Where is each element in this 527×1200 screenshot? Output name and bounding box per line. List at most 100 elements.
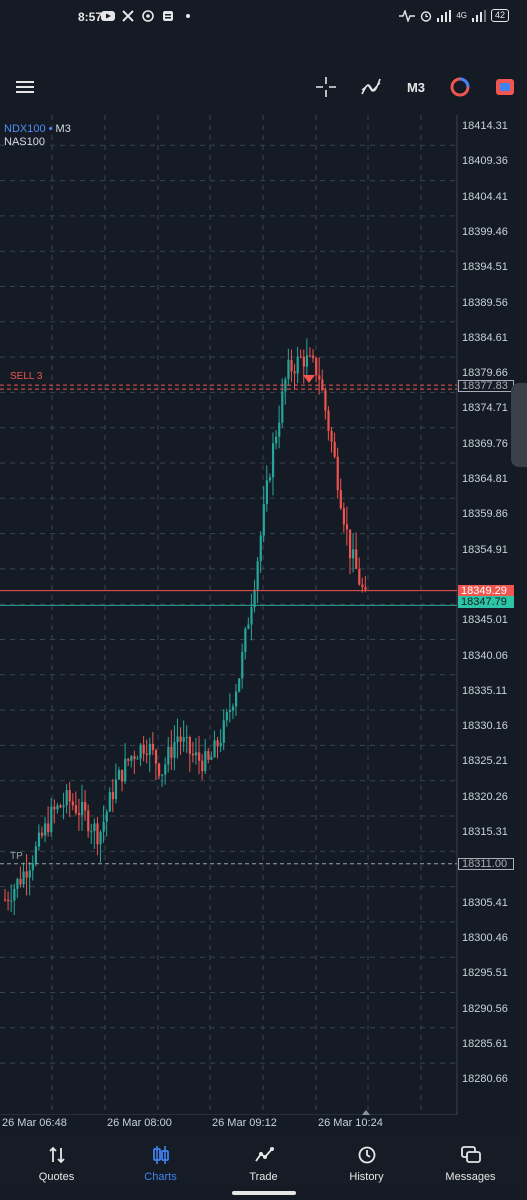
nav-quotes[interactable]: Quotes	[4, 1138, 109, 1186]
candle	[47, 806, 50, 837]
candle	[31, 855, 34, 881]
candle	[315, 356, 318, 382]
candle	[68, 782, 71, 818]
price-label: 18359.86	[462, 508, 508, 521]
price-label: 18354.91	[462, 543, 508, 556]
candle	[173, 725, 176, 771]
candle	[238, 677, 241, 693]
nav-history[interactable]: History	[314, 1138, 419, 1186]
price-label: 18404.41	[462, 190, 508, 203]
status-bar: 8:57 4G 42	[0, 0, 527, 34]
candle	[99, 830, 102, 863]
candle	[117, 766, 121, 781]
candle	[201, 753, 204, 780]
price-label: 18394.51	[462, 261, 508, 274]
nav-charts[interactable]: Charts	[108, 1138, 213, 1186]
candle	[342, 502, 345, 533]
candle	[259, 531, 262, 573]
price-chart[interactable]	[0, 115, 527, 1115]
price-label: 18384.61	[462, 331, 508, 344]
candle	[296, 346, 299, 384]
chart-canvas[interactable]	[0, 115, 527, 1115]
candle	[22, 862, 25, 888]
candle	[290, 349, 293, 382]
candle	[145, 739, 148, 764]
candle	[213, 730, 216, 758]
status-time: 8:57	[78, 10, 103, 24]
candle	[148, 737, 151, 773]
candle	[250, 593, 253, 641]
price-label: 18290.56	[462, 1002, 508, 1015]
candle	[133, 750, 136, 774]
candle	[136, 755, 139, 760]
price-label: 18414.31	[462, 120, 508, 132]
chart-grid	[0, 115, 457, 1115]
timeframe-button[interactable]: M3	[402, 74, 430, 100]
candle	[207, 747, 210, 764]
candle	[268, 473, 272, 483]
candle	[333, 432, 336, 459]
activity-icon	[399, 9, 416, 22]
trade-icon[interactable]	[492, 74, 518, 100]
candle	[191, 741, 195, 763]
candle	[235, 684, 238, 716]
candle	[222, 709, 225, 751]
candle	[281, 378, 284, 428]
tp-label[interactable]: TP	[10, 851, 23, 862]
gesture-bar	[232, 1191, 296, 1195]
candle	[102, 805, 105, 843]
candle	[4, 888, 7, 902]
candle	[13, 883, 16, 916]
candles	[4, 338, 367, 916]
time-label: 26 Mar 09:12	[212, 1117, 277, 1129]
youtube-icon	[101, 9, 115, 23]
candle	[124, 743, 127, 785]
sell-entry-marker	[303, 375, 315, 383]
nav-messages[interactable]: Messages	[418, 1138, 523, 1186]
price-label: 18340.06	[462, 649, 508, 662]
candle	[142, 735, 145, 762]
scroll-marker-icon[interactable]	[361, 1110, 371, 1115]
price-label: 18325.21	[462, 755, 508, 768]
indicators-icon[interactable]	[358, 74, 384, 100]
candle	[179, 727, 182, 755]
quotes-icon	[4, 1144, 109, 1166]
symbol-timeframe: M3	[55, 123, 71, 135]
candle	[62, 792, 65, 820]
candle	[247, 617, 250, 630]
nav-trade[interactable]: Trade	[211, 1138, 316, 1186]
candle	[312, 349, 315, 363]
candle	[348, 529, 352, 575]
sell-order-price-tag[interactable]: 18377.83	[458, 380, 514, 392]
candle	[339, 478, 342, 511]
timeframe-label: M3	[406, 79, 426, 95]
sell-order-label[interactable]: SELL 3	[10, 371, 42, 382]
candle	[96, 816, 99, 856]
candle	[185, 725, 188, 753]
objects-icon[interactable]	[447, 74, 473, 100]
price-label: 18315.31	[462, 826, 508, 838]
candle	[65, 784, 68, 814]
candle	[130, 754, 133, 768]
side-panel-handle[interactable]	[511, 383, 527, 467]
price-label: 18389.56	[462, 296, 508, 309]
symbol-description: NAS100	[4, 136, 45, 148]
candle	[19, 866, 22, 888]
tp-price-tag[interactable]: 18311.00	[458, 858, 514, 870]
candle	[93, 818, 96, 849]
nav-messages-label: Messages	[445, 1171, 496, 1183]
candle	[114, 763, 118, 804]
candle	[167, 737, 170, 773]
menu-icon[interactable]	[12, 74, 38, 100]
app-icon	[161, 9, 175, 23]
chart-toolbar: M3	[0, 60, 527, 112]
crosshair-icon[interactable]	[313, 74, 339, 100]
time-label: 26 Mar 08:00	[107, 1117, 172, 1129]
candle	[231, 703, 235, 720]
trade-nav-icon	[211, 1144, 316, 1166]
candle	[299, 349, 302, 359]
candle	[87, 804, 90, 838]
candle	[330, 426, 333, 453]
candle	[253, 579, 256, 613]
price-label: 18295.51	[462, 967, 508, 980]
